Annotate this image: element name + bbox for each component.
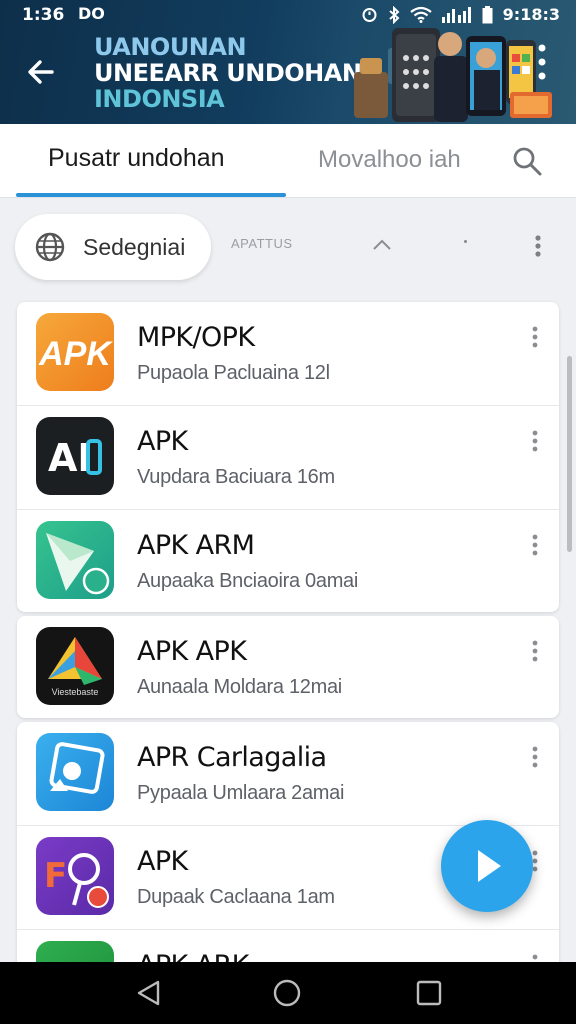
- more-options-icon[interactable]: [525, 638, 545, 666]
- app-name: APK ARM: [137, 530, 255, 561]
- ai-dark-icon: AI: [36, 417, 114, 495]
- purple-f-icon: F: [36, 837, 114, 915]
- app-subtitle: Dupaak Caclaana 1am: [137, 886, 335, 908]
- list-item[interactable]: AI APK Vupdara Baciuara 16m: [17, 406, 559, 510]
- triangle-logo-icon: Viestebaste: [36, 627, 114, 705]
- banner-title: UANOUNAN UNEEARR UNDOHAN INDONSIA: [94, 33, 362, 113]
- status-clock: 9:18:3: [502, 5, 560, 24]
- search-icon[interactable]: [510, 144, 544, 178]
- chevron-up-icon[interactable]: [370, 232, 394, 256]
- app-list-card: APK MPK/OPK Pupaola Pacluaina 12l AI APK…: [17, 302, 559, 612]
- wifi-icon: [409, 6, 432, 23]
- battery-icon: [482, 5, 493, 23]
- play-fab-button[interactable]: [441, 820, 533, 912]
- apk-logo-text: APK: [38, 335, 113, 373]
- header-banner: 1:36 DO 9:18:3 UANOUNAN UNEEARR UNDOHAN …: [0, 0, 576, 124]
- scrollbar-thumb[interactable]: [567, 356, 572, 552]
- tab-secondary[interactable]: Movalhoo iah: [318, 146, 461, 174]
- list-item[interactable]: APR Carlagalia Pypaala Umlaara 2amai: [17, 722, 559, 826]
- banner-title-line2: UNEEARR UNDOHAN: [94, 59, 362, 87]
- play-icon: [478, 850, 501, 882]
- apk-orange-icon: APK: [36, 313, 114, 391]
- sort-label[interactable]: APATTUS: [231, 236, 293, 251]
- chip-label: Sedegniai: [83, 234, 186, 260]
- app-subtitle: Pypaala Umlaara 2amai: [137, 782, 345, 804]
- globe-icon: [35, 232, 65, 262]
- green-paper-icon: [36, 521, 114, 599]
- more-options-icon[interactable]: [525, 324, 545, 352]
- app-subtitle: Vupdara Baciuara 16m: [137, 466, 335, 488]
- notification-icon: DO: [78, 4, 105, 23]
- app-name: APK: [137, 846, 188, 877]
- list-item[interactable]: APK MPK/OPK Pupaola Pacluaina 12l: [17, 302, 559, 406]
- photo-frame-icon: [36, 733, 114, 811]
- banner-title-line3: INDONSIA: [94, 85, 225, 113]
- signal-icon: [441, 7, 471, 23]
- app-subtitle: Pupaola Pacluaina 12l: [137, 362, 330, 384]
- triangle-logo-text: Viestebaste: [52, 687, 99, 697]
- app-name: APK: [137, 426, 188, 457]
- nav-recents-icon[interactable]: [415, 979, 443, 1007]
- nav-back-icon[interactable]: [134, 978, 164, 1008]
- tab-bar: Pusatr undohan Movalhoo iah: [0, 124, 576, 198]
- f-logo-text: F: [44, 856, 67, 896]
- more-options-icon[interactable]: [525, 532, 545, 560]
- divider-dot: [464, 240, 467, 243]
- banner-artwork-image: [354, 28, 552, 122]
- banner-title-line1: UANOUNAN: [94, 33, 247, 61]
- system-nav-bar: [0, 962, 576, 1024]
- active-tab-indicator: [16, 193, 286, 197]
- bluetooth-icon: [389, 5, 400, 24]
- app-name: APR Carlagalia: [137, 742, 327, 773]
- app-name: APK APK: [137, 636, 247, 667]
- more-options-icon[interactable]: [525, 428, 545, 456]
- status-bar: 1:36 DO 9:18:3: [0, 0, 576, 30]
- nav-home-icon[interactable]: [272, 978, 302, 1008]
- more-options-icon[interactable]: [528, 232, 548, 262]
- back-arrow-icon[interactable]: [22, 52, 62, 92]
- tab-download-center[interactable]: Pusatr undohan: [48, 144, 225, 173]
- status-time: 1:36: [22, 5, 65, 25]
- app-list-card: Viestebaste APK APK Aunaala Moldara 12ma…: [17, 616, 559, 718]
- list-item[interactable]: Viestebaste APK APK Aunaala Moldara 12ma…: [17, 616, 559, 718]
- app-subtitle: Aupaaka Bnciaoira 0amai: [137, 570, 359, 592]
- app-subtitle: Aunaala Moldara 12mai: [137, 676, 342, 698]
- list-item[interactable]: APK ARM Aupaaka Bnciaoira 0amai: [17, 510, 559, 612]
- alarm-icon: [362, 8, 377, 22]
- more-options-icon[interactable]: [525, 744, 545, 772]
- ai-logo-text: AI: [48, 436, 92, 480]
- app-name: MPK/OPK: [137, 322, 255, 353]
- region-filter-chip[interactable]: Sedegniai: [15, 214, 211, 280]
